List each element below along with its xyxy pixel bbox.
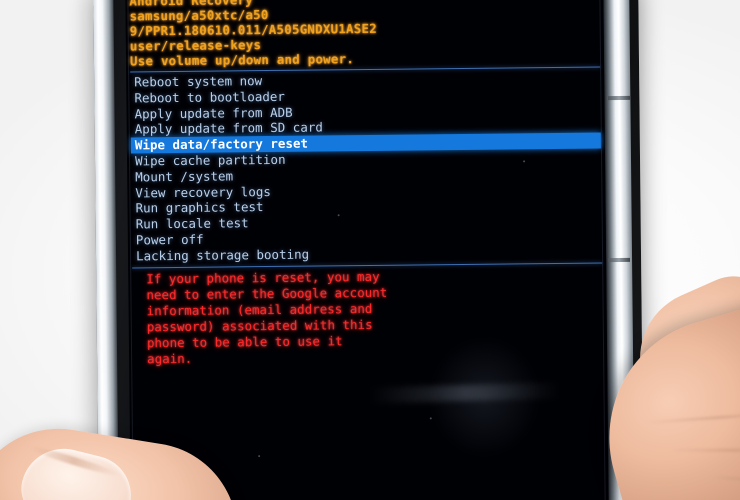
dust-speck-3 [337,214,340,217]
recovery-menu[interactable]: Reboot system now Reboot to bootloader A… [130,70,602,264]
power-button[interactable] [607,257,631,263]
recovery-header: Android Recovery samsung/a50xtc/a50 9/PP… [129,0,600,68]
volume-button[interactable] [607,95,631,101]
hand-crease-2 [671,448,740,452]
display-content: Android Recovery samsung/a50xtc/a50 9/PP… [125,0,609,500]
screenshot-stage: Android Recovery samsung/a50xtc/a50 9/PP… [0,0,740,500]
dust-speck-2 [258,455,261,458]
hand-crease-1 [643,410,740,425]
hand-crease-3 [708,475,740,486]
dust-speck-4 [523,160,526,163]
android-recovery-console: Android Recovery samsung/a50xtc/a50 9/PP… [129,0,603,367]
phone-display[interactable]: Android Recovery samsung/a50xtc/a50 9/PP… [125,0,609,500]
dust-speck-1 [429,417,432,420]
